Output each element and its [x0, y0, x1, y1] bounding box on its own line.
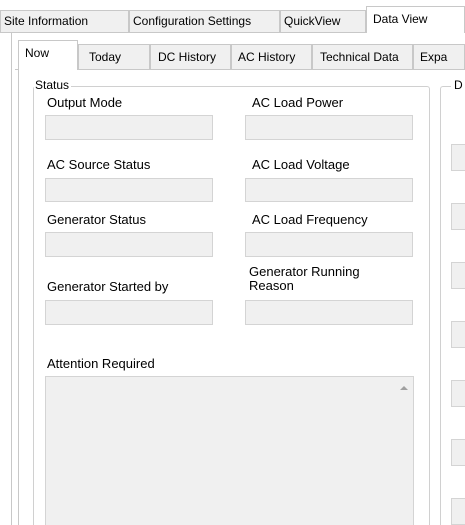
- generator-started-by-label: Generator Started by: [47, 279, 169, 294]
- generator-started-by-field: [45, 300, 213, 325]
- ac-source-status-label: AC Source Status: [47, 157, 151, 172]
- ac-load-power-field: [245, 115, 413, 140]
- attention-required-textarea[interactable]: [45, 376, 414, 525]
- scroll-up-arrow-icon[interactable]: [400, 386, 408, 390]
- attention-required-label: Attention Required: [47, 356, 155, 371]
- right-field-6: [451, 439, 465, 466]
- ac-load-power-label: AC Load Power: [252, 95, 344, 110]
- tab-ac-history[interactable]: AC History: [231, 44, 312, 70]
- tab-expansion[interactable]: Expa: [413, 44, 465, 70]
- outer-tab-strip: Site Information Configuration Settings …: [0, 0, 465, 33]
- tab-today[interactable]: Today: [78, 44, 150, 70]
- generator-status-label: Generator Status: [47, 212, 146, 227]
- tab-data-view[interactable]: Data View: [366, 6, 465, 33]
- right-group-label: D: [451, 78, 465, 93]
- generator-running-reason-label: Generator Running Reason: [249, 264, 360, 293]
- tab-technical-data[interactable]: Technical Data: [312, 44, 413, 70]
- tab-site-information[interactable]: Site Information: [0, 10, 129, 32]
- right-field-3: [451, 262, 465, 289]
- right-field-4: [451, 321, 465, 348]
- ac-load-frequency-field: [245, 232, 413, 257]
- right-field-5: [451, 380, 465, 407]
- tab-quickview[interactable]: QuickView: [280, 10, 366, 32]
- right-field-7: [451, 498, 465, 525]
- right-field-1: [451, 144, 465, 171]
- ac-load-voltage-label: AC Load Voltage: [252, 157, 350, 172]
- status-group-label: Status: [34, 78, 72, 93]
- ac-load-frequency-label: AC Load Frequency: [252, 212, 368, 227]
- ac-load-voltage-field: [245, 178, 413, 202]
- attention-scrollbar[interactable]: [396, 377, 413, 525]
- tab-configuration-settings[interactable]: Configuration Settings: [129, 10, 280, 32]
- generator-running-reason-field: [245, 300, 413, 325]
- output-mode-label: Output Mode: [47, 95, 123, 110]
- right-field-2: [451, 203, 465, 230]
- output-mode-field: [45, 115, 213, 140]
- ac-source-status-field: [45, 178, 213, 202]
- tab-now[interactable]: Now: [18, 40, 78, 70]
- inner-tab-strip: Now Today DC History AC History Technica…: [15, 40, 465, 70]
- tab-dc-history[interactable]: DC History: [150, 44, 231, 70]
- generator-status-field: [45, 232, 213, 257]
